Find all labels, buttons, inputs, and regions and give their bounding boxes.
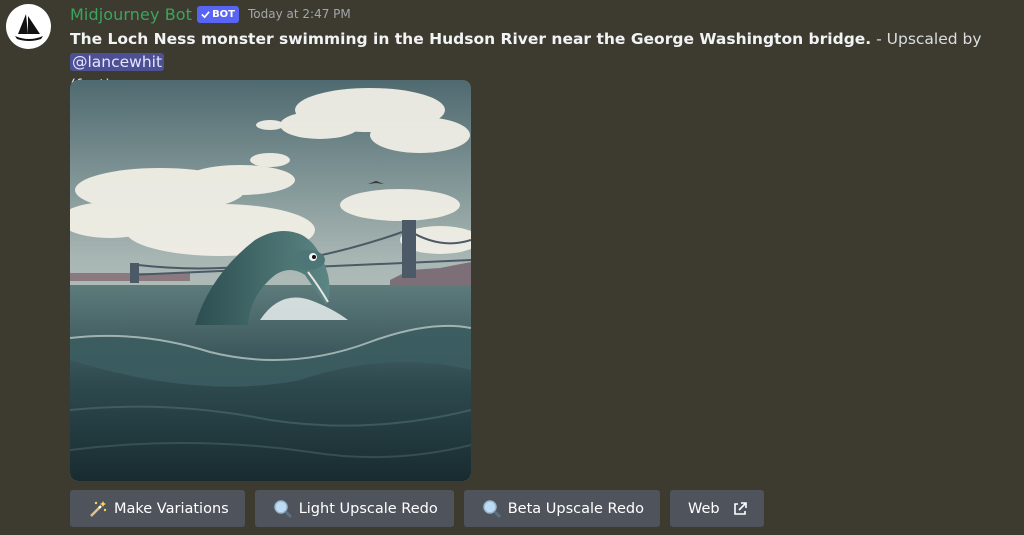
action-buttons: Make Variations Light Upscale Redo Beta … — [70, 490, 764, 527]
web-link-button[interactable]: Web — [669, 490, 764, 527]
image-attachment[interactable] — [70, 80, 471, 481]
magnifier-icon — [482, 499, 502, 519]
upscaled-by-text: - Upscaled by — [871, 30, 982, 48]
author-name[interactable]: Midjourney Bot — [70, 5, 192, 24]
light-upscale-redo-button[interactable]: Light Upscale Redo — [254, 490, 454, 527]
loch-ness-hudson-image — [70, 80, 471, 481]
magnifier-icon — [273, 499, 293, 519]
bot-badge-label: BOT — [212, 8, 236, 20]
midjourney-boat-icon — [14, 13, 43, 41]
checkmark-icon — [201, 10, 210, 18]
beta-upscale-redo-label: Beta Upscale Redo — [507, 500, 644, 517]
author-avatar[interactable] — [6, 4, 51, 49]
prompt-text: The Loch Ness monster swimming in the Hu… — [70, 30, 872, 48]
bot-badge: BOT — [197, 5, 240, 23]
message-timestamp: Today at 2:47 PM — [248, 7, 351, 21]
make-variations-label: Make Variations — [114, 500, 229, 517]
light-upscale-redo-label: Light Upscale Redo — [298, 500, 438, 517]
magic-wand-icon — [88, 499, 108, 519]
make-variations-button[interactable]: Make Variations — [70, 490, 245, 527]
user-mention[interactable]: @lancewhit — [70, 53, 165, 71]
web-link-label: Web — [687, 500, 720, 517]
beta-upscale-redo-button[interactable]: Beta Upscale Redo — [463, 490, 660, 527]
external-link-icon — [732, 501, 748, 517]
message-header: Midjourney Bot BOT Today at 2:47 PM — [70, 3, 351, 25]
